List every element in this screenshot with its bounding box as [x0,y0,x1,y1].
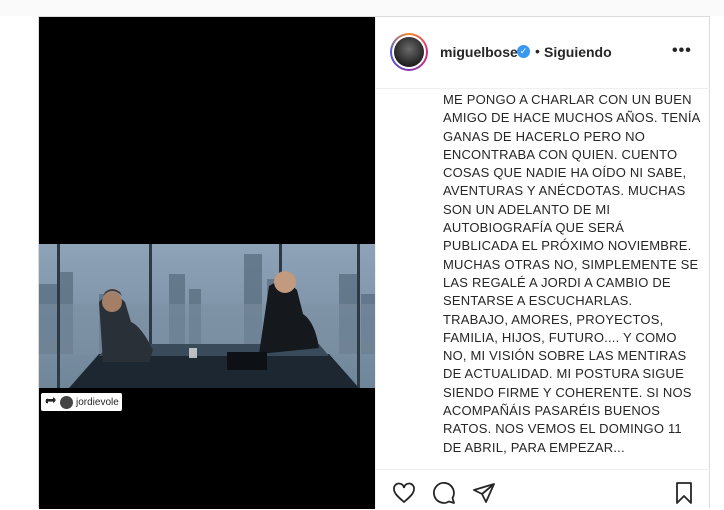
author-username[interactable]: miguelbose [440,44,518,60]
comment-icon[interactable] [432,481,456,505]
follow-status-button[interactable]: Siguiendo [544,44,612,60]
action-bar [376,469,710,510]
repost-account-name: jordievole [76,396,119,408]
bookmark-icon[interactable] [672,481,696,505]
heart-icon[interactable] [392,481,416,505]
ellipsis-icon[interactable]: ••• [672,42,692,60]
separator-dot: • [535,43,540,59]
repost-icon [44,395,57,409]
post-media[interactable]: jordievole [39,17,375,509]
post-caption: ME PONGO A CHARLAR CON UN BUEN AMIGO DE … [443,92,700,455]
repost-credit-tag[interactable]: jordievole [41,393,122,411]
post-sidebar: miguelbose ✓ • Siguiendo ••• ME PONGO A … [375,17,710,509]
verified-badge-icon: ✓ [517,45,530,58]
post-header: miguelbose ✓ • Siguiendo ••• [376,17,710,89]
interview-scene-image [39,244,375,388]
author-avatar[interactable] [390,33,428,71]
video-frame[interactable] [39,244,375,388]
share-icon[interactable] [472,481,496,505]
post-modal: jordievole miguelbose ✓ • Siguiendo ••• … [38,16,710,509]
repost-avatar [60,395,73,409]
page-background [0,0,724,16]
